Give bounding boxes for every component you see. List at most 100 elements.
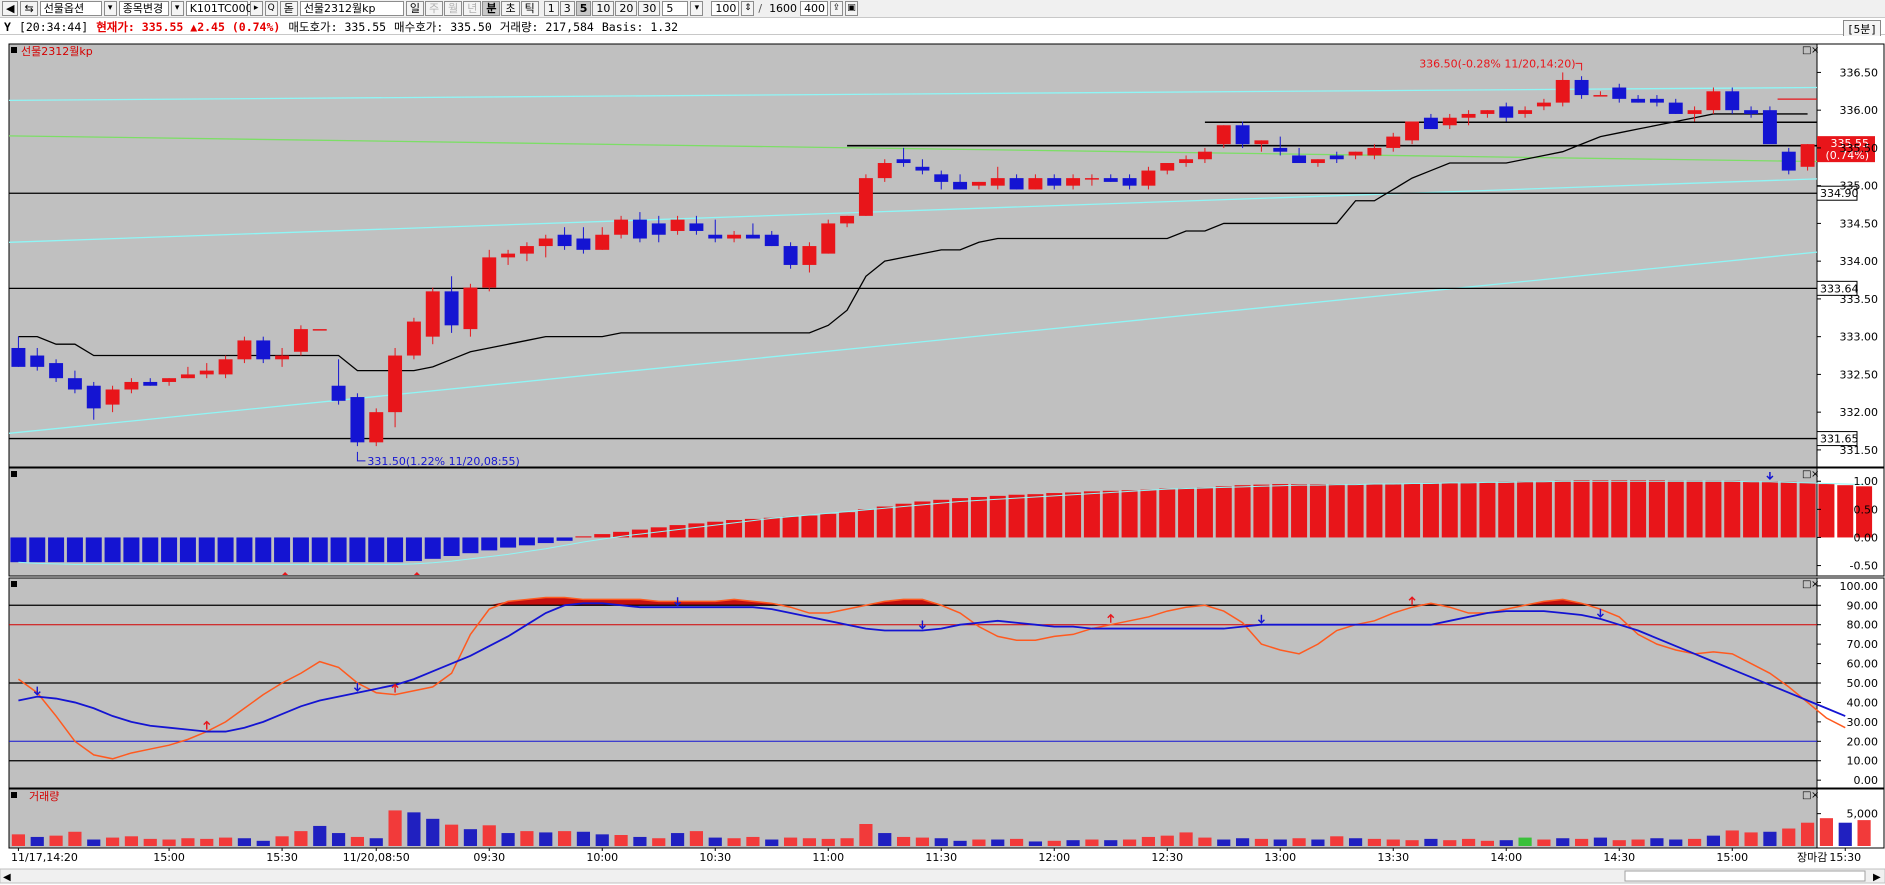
interval-input[interactable]: 5: [662, 1, 689, 16]
volume-bar-69[interactable]: [1311, 839, 1325, 846]
volume-bar-24[interactable]: [463, 829, 478, 846]
volume-bar-79[interactable]: [1499, 840, 1513, 846]
volume-bar-41[interactable]: [783, 837, 798, 846]
volume-bar-95[interactable]: [1800, 822, 1815, 846]
y-icon[interactable]: Y: [4, 20, 11, 34]
candle-45[interactable]: [858, 174, 873, 216]
chart-area[interactable]: □ ×□ ×□ ×□ ×선물2312월kp334.90333.64331.65335.5…: [0, 36, 1885, 885]
volume-bar-76[interactable]: [1443, 840, 1457, 846]
candle-65[interactable]: [1235, 121, 1250, 148]
candle-91[interactable]: [1725, 87, 1740, 114]
volume-bar-52[interactable]: [991, 839, 1005, 846]
volume-bar-23[interactable]: [444, 824, 459, 846]
osc-bar-83[interactable]: [1573, 480, 1590, 538]
volume-bar-74[interactable]: [1405, 840, 1419, 846]
volume-bar-65[interactable]: [1235, 838, 1250, 846]
interval-tab-20[interactable]: 20: [615, 1, 638, 16]
volume-bar-87[interactable]: [1650, 838, 1664, 846]
osc-bar-93[interactable]: [1761, 481, 1778, 538]
volume-bar-15[interactable]: [294, 831, 308, 846]
volume-bar-96[interactable]: [1819, 818, 1834, 846]
volume-bar-36[interactable]: [689, 831, 704, 846]
candle-94[interactable]: [1781, 147, 1796, 175]
volume-bar-30[interactable]: [576, 831, 591, 846]
volume-bar-4[interactable]: [87, 839, 101, 846]
volume-bar-40[interactable]: [765, 839, 779, 846]
osc-bar-1[interactable]: [29, 537, 46, 563]
count-stepper-icon[interactable]: ⇕: [741, 1, 755, 16]
volume-bar-77[interactable]: [1461, 838, 1476, 846]
volume-bar-92[interactable]: [1744, 832, 1758, 846]
osc-bar-22[interactable]: [424, 537, 441, 559]
horizontal-scrollbar[interactable]: [0, 868, 1885, 884]
osc-bar-82[interactable]: [1554, 480, 1571, 538]
candle-41[interactable]: [783, 242, 798, 269]
osc-bar-57[interactable]: [1083, 491, 1100, 538]
volume-bar-88[interactable]: [1669, 839, 1683, 846]
osc-bar-41[interactable]: [782, 516, 799, 538]
scroll-left-icon[interactable]: ◀: [3, 872, 11, 883]
volume-bar-27[interactable]: [520, 831, 534, 846]
change-symbol-button[interactable]: 종목변경: [118, 1, 169, 16]
volume-bar-35[interactable]: [670, 833, 685, 846]
volume-bar-46[interactable]: [878, 833, 892, 846]
panel-0-close-icon[interactable]: ×: [1811, 45, 1819, 56]
osc-bar-28[interactable]: [537, 537, 554, 544]
candle-21[interactable]: [406, 317, 421, 360]
volume-bar-19[interactable]: [369, 838, 383, 846]
osc-bar-79[interactable]: [1498, 481, 1515, 538]
osc-bar-56[interactable]: [1065, 492, 1082, 538]
candle-93[interactable]: [1762, 106, 1777, 145]
panel-3-handle-icon[interactable]: [11, 792, 17, 798]
osc-bar-44[interactable]: [839, 512, 856, 538]
volume-bar-26[interactable]: [501, 833, 515, 846]
volume-bar-22[interactable]: [426, 818, 440, 846]
volume-bar-1[interactable]: [30, 836, 44, 846]
osc-bar-52[interactable]: [989, 495, 1006, 538]
candle-90[interactable]: [1706, 87, 1721, 114]
volume-bar-83[interactable]: [1574, 838, 1589, 846]
volume-bar-33[interactable]: [633, 836, 647, 846]
osc-bar-47[interactable]: [895, 503, 912, 538]
volume-bar-57[interactable]: [1085, 839, 1099, 846]
osc-bar-92[interactable]: [1743, 481, 1760, 538]
candle-15[interactable]: [293, 325, 308, 356]
osc-bar-45[interactable]: [857, 509, 874, 538]
volume-bar-20[interactable]: [388, 810, 402, 846]
volume-bar-45[interactable]: [859, 824, 873, 846]
osc-bar-31[interactable]: [594, 534, 611, 538]
volume-bar-94[interactable]: [1782, 828, 1796, 846]
osc-bar-18[interactable]: [349, 537, 366, 563]
osc-bar-55[interactable]: [1046, 493, 1063, 538]
osc-bar-25[interactable]: [481, 537, 498, 551]
search-icon[interactable]: Q: [264, 1, 278, 16]
osc-bar-36[interactable]: [688, 523, 705, 538]
volume-bar-97[interactable]: [1838, 822, 1852, 846]
osc-bar-94[interactable]: [1780, 481, 1797, 538]
volume-bar-2[interactable]: [49, 835, 63, 846]
market-select[interactable]: 선물옵션: [39, 1, 102, 16]
panel-2-handle-icon[interactable]: [11, 581, 17, 587]
osc-bar-21[interactable]: [405, 537, 422, 562]
volume-bar-29[interactable]: [557, 831, 572, 846]
volume-bar-66[interactable]: [1254, 838, 1269, 846]
interval-tab-1[interactable]: 1: [543, 1, 559, 16]
candle-95[interactable]: [1800, 144, 1815, 171]
period-tab-1[interactable]: 주: [424, 1, 444, 16]
osc-bar-72[interactable]: [1366, 484, 1383, 538]
volume-bar-47[interactable]: [896, 836, 911, 846]
volume-bar-17[interactable]: [331, 833, 346, 846]
osc-bar-58[interactable]: [1102, 490, 1119, 538]
volume-bar-73[interactable]: [1386, 839, 1400, 846]
volume-bar-16[interactable]: [313, 825, 327, 846]
osc-bar-20[interactable]: [387, 537, 404, 563]
volume-bar-5[interactable]: [105, 837, 120, 846]
osc-bar-74[interactable]: [1404, 483, 1421, 538]
interval-tab-3[interactable]: 3: [559, 1, 575, 16]
nav-arrows-icon[interactable]: ⇆: [20, 1, 38, 16]
volume-bar-9[interactable]: [181, 838, 195, 846]
osc-bar-48[interactable]: [914, 501, 931, 538]
osc-bar-88[interactable]: [1667, 480, 1684, 538]
volume-bar-53[interactable]: [1009, 838, 1024, 846]
osc-bar-9[interactable]: [179, 537, 196, 563]
